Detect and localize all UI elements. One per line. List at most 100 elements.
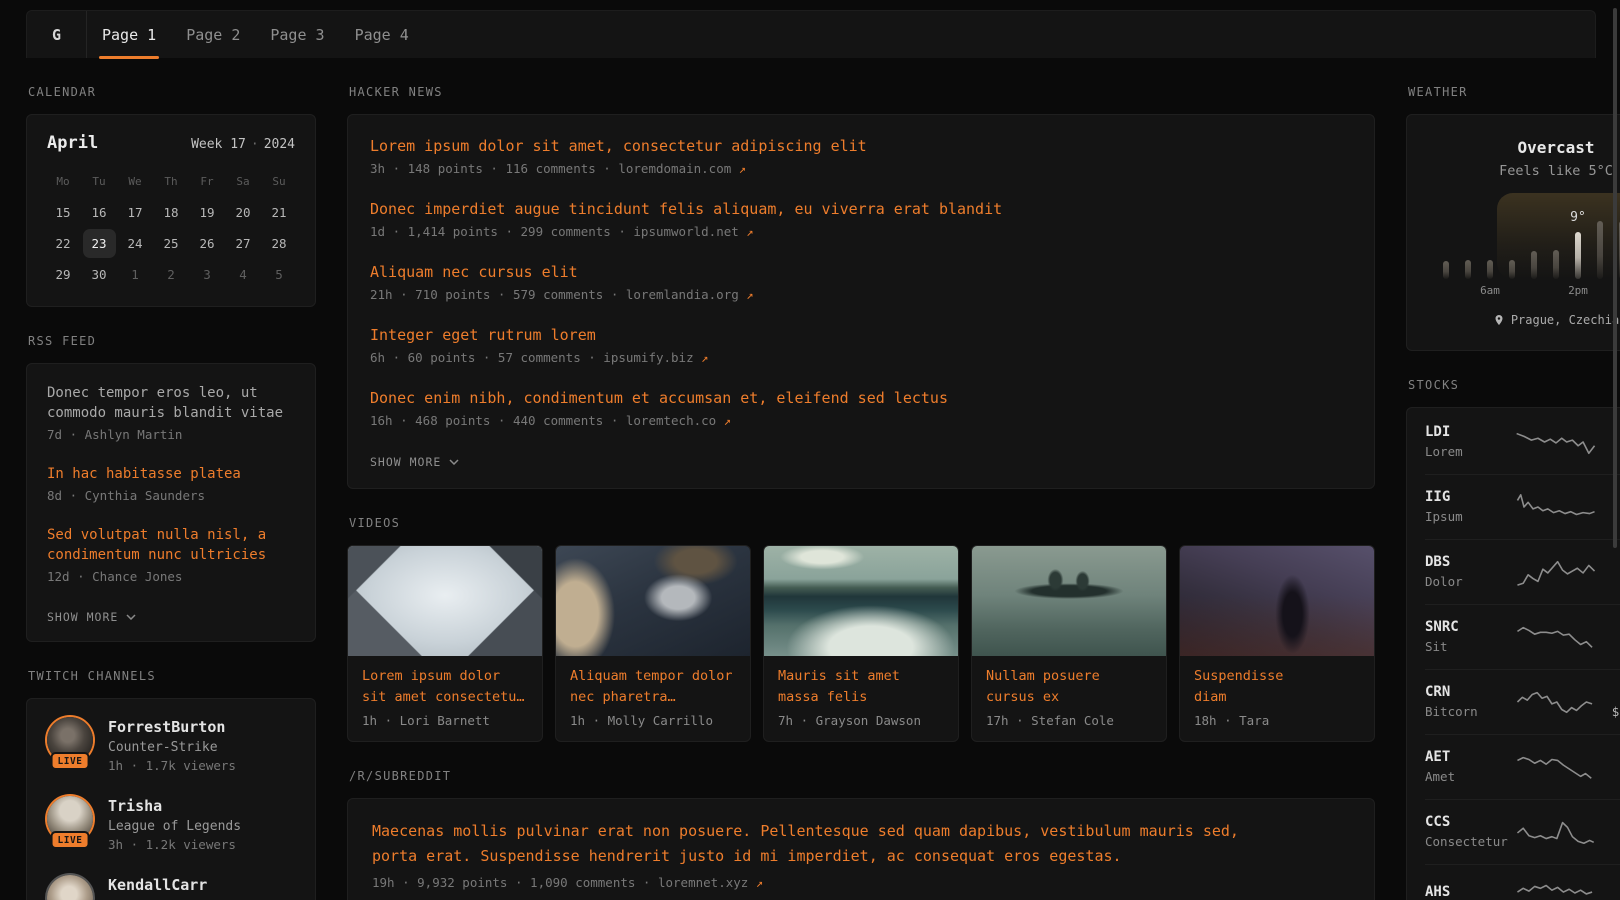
- nav-page-tab[interactable]: Page 3: [255, 11, 339, 58]
- hackernews-item-domain-link[interactable]: loremdomain.com: [618, 161, 731, 176]
- twitch-channel-info: KendallCarr: [108, 875, 207, 900]
- nav-page-tab[interactable]: Page 2: [171, 11, 255, 58]
- external-link-icon[interactable]: ↗: [756, 876, 763, 890]
- middle-column: HACKER NEWS Lorem ipsum dolor sit amet, …: [347, 85, 1375, 900]
- weather-hourly-chart: 6am: [1435, 199, 1620, 299]
- twitch-channel-game: League of Legends: [108, 817, 241, 836]
- calendar-day: 2: [153, 259, 189, 290]
- weather-widget: Overcast Feels like 5°C: [1406, 114, 1620, 351]
- stock-symbol: AET: [1425, 748, 1515, 766]
- hackernews-item-link[interactable]: Donec imperdiet augue tincidunt felis al…: [370, 199, 1352, 220]
- stock-row[interactable]: CRN Bitcorn -1.00% $66,171.48: [1425, 669, 1620, 734]
- stock-row[interactable]: AHS +0.46%: [1425, 864, 1620, 900]
- stock-symbol: DBS: [1425, 553, 1515, 571]
- calendar-day: 1: [117, 259, 153, 290]
- video-thumbnail[interactable]: [764, 546, 958, 656]
- hackernews-item-meta: 3h · 148 points · 116 comments · loremdo…: [370, 160, 1352, 178]
- hackernews-item-domain-link[interactable]: loremlandia.org: [626, 287, 739, 302]
- hackernews-show-more-button[interactable]: SHOW MORE: [370, 455, 459, 469]
- video-card[interactable]: Aliquam tempor dolor nec pharetra… 1h · …: [555, 545, 751, 742]
- hackernews-widget: Lorem ipsum dolor sit amet, consectetur …: [347, 114, 1375, 489]
- rss-item: Donec tempor eros leo, ut commodo mauris…: [47, 383, 295, 443]
- calendar-day: 30: [81, 259, 117, 290]
- subreddit-section-title: /R/SUBREDDIT: [349, 769, 1375, 783]
- video-card[interactable]: Mauris sit amet massa felis 7h · Grayson…: [763, 545, 959, 742]
- weather-bar: [1509, 260, 1515, 279]
- hackernews-item-domain-link[interactable]: ipsumworld.net: [633, 224, 738, 239]
- weather-bar: [1531, 251, 1537, 279]
- rss-item-link[interactable]: Sed volutpat nulla nisl, a condimentum n…: [47, 525, 295, 565]
- stock-row[interactable]: LDI Lorem +4.35% $795.18: [1425, 410, 1620, 474]
- subreddit-post-domain-link[interactable]: loremnet.xyz: [658, 875, 748, 890]
- twitch-channel-row[interactable]: KendallCarr: [47, 875, 295, 900]
- external-link-icon[interactable]: ↗: [701, 351, 708, 365]
- twitch-channel-name[interactable]: KendallCarr: [108, 875, 207, 895]
- weather-location: Prague, Czechia: [1493, 313, 1619, 327]
- twitch-channel-name[interactable]: ForrestBurton: [108, 717, 236, 737]
- video-thumbnail[interactable]: [556, 546, 750, 656]
- stock-row[interactable]: CCS Consectetur +0.51% $165.84: [1425, 799, 1620, 864]
- external-link-icon[interactable]: ↗: [724, 414, 731, 428]
- video-title-link[interactable]: Suspendisse diam: [1194, 666, 1360, 708]
- calendar-day: 26: [189, 228, 225, 259]
- subreddit-post-link[interactable]: Maecenas mollis pulvinar erat non posuer…: [372, 819, 1350, 869]
- twitch-channel-row[interactable]: LIVE ForrestBurton Counter-Strike 1h · 1…: [47, 717, 295, 775]
- video-meta: 1h · Molly Carrillo: [570, 713, 736, 728]
- external-link-icon[interactable]: ↗: [739, 162, 746, 176]
- hackernews-item-link[interactable]: Aliquam nec cursus elit: [370, 262, 1352, 283]
- stock-symbol: SNRC: [1425, 618, 1515, 636]
- stock-row[interactable]: SNRC Sit +1.36% $148.64: [1425, 604, 1620, 669]
- stock-sparkline: [1515, 622, 1597, 652]
- weather-bars: 6am: [1435, 199, 1620, 279]
- video-thumbnail[interactable]: [1180, 546, 1374, 656]
- video-thumbnail[interactable]: [348, 546, 542, 656]
- stock-row[interactable]: AET Amet +0.92% $499.72: [1425, 734, 1620, 799]
- video-card[interactable]: Suspendisse diam 18h · Tara: [1179, 545, 1375, 742]
- stock-symbol: AHS: [1425, 883, 1515, 900]
- external-link-icon[interactable]: ↗: [746, 288, 753, 302]
- stock-name: Bitcorn: [1425, 704, 1515, 720]
- rss-item-link[interactable]: In hac habitasse platea: [47, 464, 295, 484]
- rss-show-more-button[interactable]: SHOW MORE: [47, 610, 136, 624]
- video-title-link[interactable]: Lorem ipsum dolor sit amet consectetu…: [362, 666, 528, 708]
- video-thumbnail[interactable]: [972, 546, 1166, 656]
- widget-grid: CALENDAR April Week 17·2024 Mo Tu We: [0, 58, 1620, 900]
- twitch-section-title: TWITCH CHANNELS: [28, 669, 316, 683]
- hackernews-item-domain-link[interactable]: ipsumify.biz: [603, 350, 693, 365]
- video-title-link[interactable]: Mauris sit amet massa felis: [778, 666, 944, 708]
- hackernews-item: Donec imperdiet augue tincidunt felis al…: [370, 199, 1352, 241]
- weather-section-title: WEATHER: [1408, 85, 1620, 99]
- stock-row[interactable]: IIG Ipsum +2.84% $42.04: [1425, 474, 1620, 539]
- stock-sparkline: [1515, 752, 1597, 782]
- scrollbar-thumb[interactable]: [1613, 8, 1617, 548]
- hackernews-item-link[interactable]: Integer eget rutrum lorem: [370, 325, 1352, 346]
- hackernews-item-link[interactable]: Donec enim nibh, condimentum et accumsan…: [370, 388, 1352, 409]
- nav-page-tab-label: Page 2: [186, 26, 240, 44]
- calendar-day-number: 25: [155, 229, 188, 258]
- rss-item-link[interactable]: Donec tempor eros leo, ut commodo mauris…: [47, 383, 295, 423]
- stock-name: Sit: [1425, 639, 1515, 655]
- stock-row[interactable]: DBS Dolor +1.42% $156.28: [1425, 539, 1620, 604]
- video-card[interactable]: Nullam posuere cursus ex 17h · Stefan Co…: [971, 545, 1167, 742]
- app-logo[interactable]: G: [27, 11, 87, 58]
- video-card[interactable]: Lorem ipsum dolor sit amet consectetu… 1…: [347, 545, 543, 742]
- stock-sparkline: [1515, 427, 1597, 457]
- weather-temp-label: 9°: [1570, 210, 1586, 225]
- twitch-channel-name[interactable]: Trisha: [108, 796, 241, 816]
- calendar-day-number: 16: [83, 198, 116, 227]
- calendar-day-number: 20: [227, 198, 260, 227]
- calendar-day: 18: [153, 197, 189, 228]
- video-title-link[interactable]: Aliquam tempor dolor nec pharetra…: [570, 666, 736, 708]
- twitch-channel-row[interactable]: LIVE Trisha League of Legends 3h · 1.2k …: [47, 796, 295, 854]
- nav-page-tab[interactable]: Page 1: [87, 11, 171, 58]
- hackernews-item-domain-link[interactable]: loremtech.co: [626, 413, 716, 428]
- top-nav: G Page 1 Page 2 Page 3 Page 4: [26, 10, 1596, 58]
- nav-page-tab[interactable]: Page 4: [340, 11, 424, 58]
- stock-sparkline: [1515, 687, 1597, 717]
- weather-hour-label: 2pm: [1568, 284, 1588, 297]
- external-link-icon[interactable]: ↗: [746, 225, 753, 239]
- video-title-link[interactable]: Nullam posuere cursus ex: [986, 666, 1152, 708]
- avatar[interactable]: [47, 875, 93, 900]
- video-meta: 18h · Tara: [1194, 713, 1360, 728]
- hackernews-item-link[interactable]: Lorem ipsum dolor sit amet, consectetur …: [370, 136, 1352, 157]
